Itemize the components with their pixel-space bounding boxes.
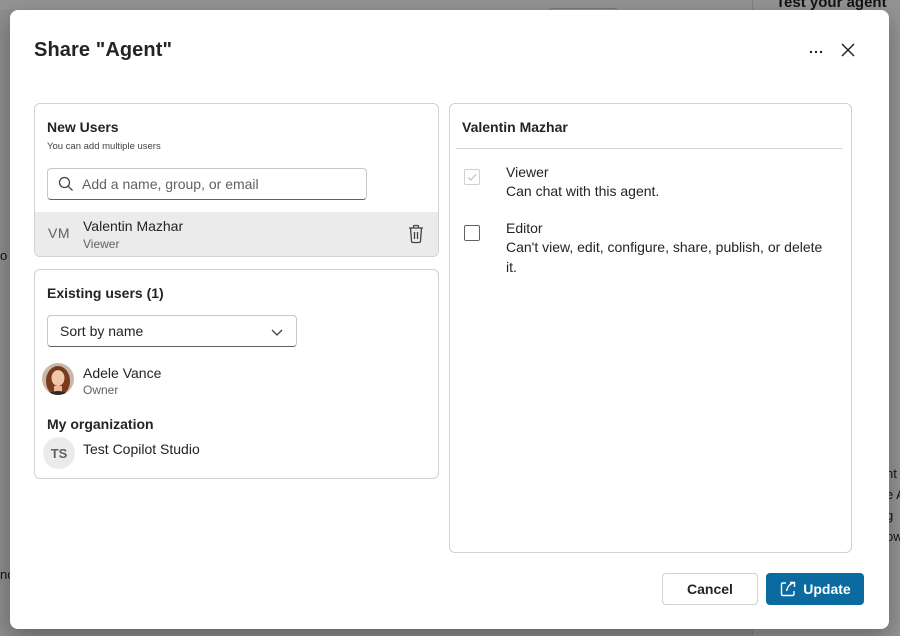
editor-label: Editor [506, 220, 543, 236]
more-horizontal-icon [809, 50, 823, 54]
search-input[interactable] [82, 176, 352, 192]
existing-users-card: Existing users (1) Sort by name Adele Va… [34, 269, 439, 479]
cancel-label: Cancel [687, 581, 733, 597]
close-icon [841, 43, 855, 57]
org-avatar: TS [43, 437, 75, 469]
sort-label: Sort by name [60, 323, 144, 339]
update-button[interactable]: Update [766, 573, 864, 605]
org-title: My organization [47, 416, 154, 432]
sort-dropdown[interactable]: Sort by name [47, 315, 297, 347]
avatar [42, 363, 74, 395]
search-icon [58, 176, 73, 191]
user-name: Adele Vance [83, 365, 162, 381]
share-dialog: Share "Agent" New Users You can add mult… [10, 10, 889, 629]
org-name: Test Copilot Studio [83, 441, 200, 457]
selected-user-name: Valentin Mazhar [462, 119, 568, 135]
permissions-card: Valentin Mazhar Viewer Can chat with thi… [449, 103, 852, 553]
checkmark-icon [467, 173, 477, 181]
new-users-card: New Users You can add multiple users VM … [34, 103, 439, 257]
viewer-description: Can chat with this agent. [506, 183, 660, 199]
chevron-down-icon [271, 329, 283, 336]
remove-user-button[interactable] [407, 224, 427, 244]
dialog-title: Share "Agent" [34, 39, 173, 61]
close-button[interactable] [836, 38, 860, 62]
search-field[interactable] [47, 168, 367, 200]
more-options-button[interactable] [804, 40, 828, 64]
share-icon [781, 581, 796, 597]
editor-checkbox[interactable] [464, 225, 480, 241]
user-role: Viewer [83, 237, 120, 251]
pending-user-row[interactable]: VM Valentin Mazhar Viewer [35, 212, 438, 256]
trash-icon [409, 224, 423, 244]
update-label: Update [803, 581, 851, 597]
new-users-subtitle: You can add multiple users [47, 141, 161, 152]
viewer-label: Viewer [506, 164, 549, 180]
divider [456, 148, 842, 149]
user-role: Owner [83, 383, 119, 397]
new-users-title: New Users [47, 119, 119, 135]
editor-description: Can't view, edit, configure, share, publ… [506, 239, 823, 275]
cancel-button[interactable]: Cancel [662, 573, 758, 605]
existing-users-title: Existing users (1) [47, 285, 164, 301]
user-initials: VM [48, 225, 70, 241]
user-name: Valentin Mazhar [83, 218, 184, 234]
viewer-checkbox[interactable] [464, 169, 480, 185]
